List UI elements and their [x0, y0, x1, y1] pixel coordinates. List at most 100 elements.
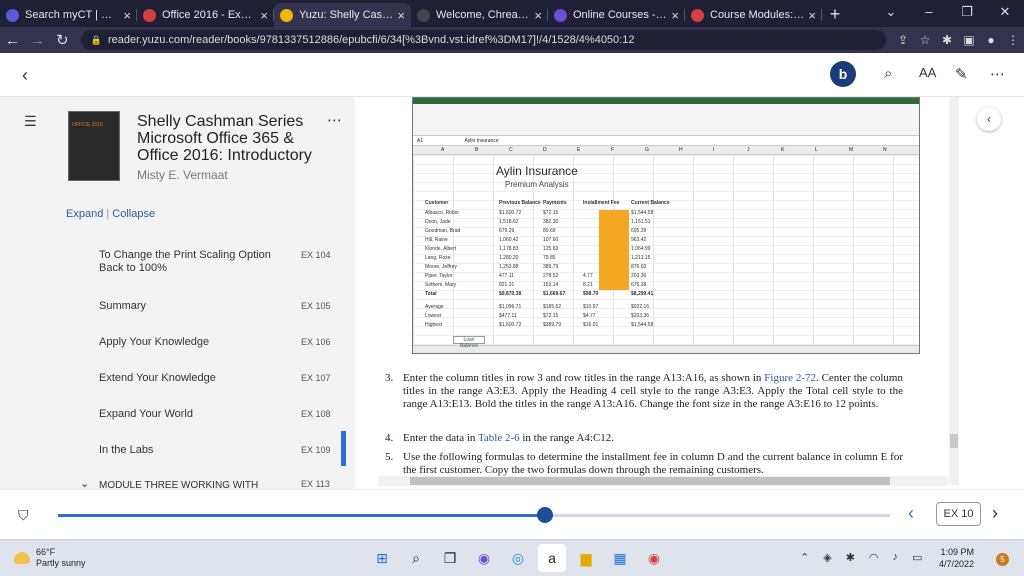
toc-item[interactable]: MODULE THREE Working with Large	[99, 479, 289, 489]
file-explorer-icon[interactable]: ▆	[572, 544, 600, 572]
stat-cell: Highest	[425, 322, 442, 328]
star-icon[interactable]: ☆	[914, 33, 936, 47]
page-input[interactable]: EX 10	[936, 502, 981, 526]
more-options-icon[interactable]: ⋯	[990, 65, 1005, 83]
notes-icon[interactable]: ✎	[955, 65, 968, 83]
new-tab-icon[interactable]: +	[822, 3, 848, 27]
horizontal-scrollbar[interactable]	[378, 476, 948, 486]
data-cell: 1,178.83	[499, 246, 519, 252]
toc-item[interactable]: In the Labs	[99, 444, 289, 457]
close-tab-icon[interactable]: ×	[808, 8, 816, 23]
search-icon[interactable]: ⌕	[402, 544, 430, 572]
amazon-icon[interactable]: a	[538, 544, 566, 572]
browser-tab[interactable]: Online Courses - Lean×	[548, 3, 685, 27]
data-cell: $72.15	[543, 210, 559, 216]
excel-title: Aylin Insurance	[496, 164, 578, 178]
vertical-scrollbar[interactable]	[949, 97, 959, 485]
toc-item[interactable]: Extend Your Knowledge	[99, 372, 289, 385]
prev-page-icon[interactable]: ‹	[908, 503, 914, 524]
toc-menu-icon[interactable]: ☰	[24, 113, 37, 130]
browser-tab[interactable]: Welcome, Chrea – Bla×	[411, 3, 548, 27]
lms-icon	[554, 8, 567, 22]
url-bar[interactable]: 🔒 reader.yuzu.com/reader/books/978133751…	[80, 30, 886, 50]
weather-widget[interactable]: 66°F Partly sunny	[14, 547, 86, 569]
url-text: reader.yuzu.com/reader/books/97813375128…	[107, 34, 635, 46]
data-cell: 821.31	[499, 282, 515, 288]
total-cell: Total	[425, 291, 437, 297]
browser-tab[interactable]: Course Modules: BUS×	[685, 3, 822, 27]
minimize-button[interactable]: –	[910, 0, 948, 24]
right-panel: ‹	[965, 97, 1024, 489]
data-cell: 107.60	[543, 237, 559, 243]
scroll-thumb[interactable]	[410, 477, 890, 485]
menu-kebab-icon[interactable]: ⋮	[1002, 33, 1024, 47]
close-tab-icon[interactable]: ×	[260, 8, 268, 23]
close-tab-icon[interactable]: ×	[534, 8, 542, 23]
bartleby-badge[interactable]: b	[830, 61, 856, 87]
expand-link[interactable]: Expand	[66, 208, 103, 220]
task-view-icon[interactable]: ❐	[436, 544, 464, 572]
data-cell: 80.69	[543, 228, 556, 234]
expand-collapse: Expand | Collapse	[66, 208, 156, 220]
text-size-icon[interactable]: AA	[919, 65, 936, 80]
chrome-icon[interactable]: ◉	[640, 544, 668, 572]
data-cell: $1,544.58	[631, 210, 654, 216]
store-icon[interactable]: ▦	[606, 544, 634, 572]
data-cell: 382.30	[543, 219, 559, 225]
stat-cell: $72.15	[543, 313, 559, 319]
slider-knob[interactable]	[536, 507, 553, 523]
notification-badge[interactable]: 5	[996, 553, 1009, 566]
data-cell: 79.85	[543, 255, 556, 261]
edge-icon[interactable]: ◎	[504, 544, 532, 572]
browser-tab[interactable]: Yuzu: Shelly Cashman×	[274, 3, 411, 27]
app-tray-icon[interactable]: ◈	[823, 551, 831, 564]
data-cell: 876.63	[631, 264, 647, 270]
start-icon[interactable]: ⊞	[368, 544, 396, 572]
browser-tab[interactable]: Office 2016 - Excel 02×	[137, 3, 274, 27]
volume-icon[interactable]: ♪	[893, 551, 899, 564]
stat-cell: $1,544.58	[631, 322, 654, 328]
profile-avatar[interactable]: ●	[980, 33, 1002, 47]
close-tab-icon[interactable]: ×	[123, 8, 131, 23]
active-section-marker	[341, 431, 346, 466]
reload-icon[interactable]: ↻	[50, 31, 75, 49]
sidepanel-icon[interactable]: ▣	[958, 33, 980, 47]
restore-button[interactable]: ❐	[948, 0, 986, 24]
chevron-up-icon[interactable]: ⌃	[800, 551, 809, 564]
cross-reference-link[interactable]: Figure 2-72	[764, 372, 816, 384]
panel-chevron-icon[interactable]: ‹	[977, 107, 1001, 131]
browser-actions: ⇪ ☆ ✱ ▣ ● ⋮	[892, 33, 1024, 47]
scroll-thumb[interactable]	[950, 434, 958, 448]
share-icon[interactable]: ⇪	[892, 33, 914, 47]
close-window-button[interactable]: ✕	[986, 0, 1024, 24]
data-cell: 477.11	[499, 273, 514, 279]
forward-arrow-icon[interactable]: →	[25, 32, 50, 49]
bookmark-icon[interactable]: ⛉	[18, 507, 29, 524]
chevron-down-icon[interactable]: ⌄	[80, 477, 89, 489]
stat-cell: $1,600.72	[499, 322, 522, 328]
toc-item[interactable]: To Change the Print Scaling Option Back …	[99, 249, 289, 275]
toc-item[interactable]: Summary	[99, 300, 289, 313]
toc-item[interactable]: Apply Your Knowledge	[99, 336, 289, 349]
close-tab-icon[interactable]: ×	[671, 8, 679, 23]
book-more-icon[interactable]: ⋯	[327, 111, 343, 129]
wifi-icon[interactable]: ◠	[869, 551, 879, 564]
extensions-icon[interactable]: ✱	[936, 33, 958, 47]
chat-icon[interactable]: ◉	[470, 544, 498, 572]
back-arrow-icon[interactable]: ←	[0, 32, 25, 49]
next-page-icon[interactable]: ›	[992, 503, 998, 524]
close-tab-icon[interactable]: ×	[397, 8, 405, 23]
clock[interactable]: 1:09 PM 4/7/2022	[926, 546, 974, 570]
battery-icon[interactable]: ▭	[912, 551, 922, 564]
browser-tab[interactable]: Search myCT | Most P×	[0, 3, 137, 27]
toc-item[interactable]: Expand Your World	[99, 408, 289, 421]
back-chevron-icon[interactable]: ‹	[22, 65, 28, 86]
cross-reference-link[interactable]: Table 2-6	[478, 432, 520, 444]
search-icon[interactable]: ⌕	[884, 65, 892, 82]
bluetooth-icon[interactable]: ✱	[846, 551, 855, 564]
tab-search-icon[interactable]: ⌄	[872, 0, 910, 24]
data-cell: 963.42	[631, 237, 647, 243]
progress-slider[interactable]	[58, 514, 890, 517]
data-cell: 1,060.42	[499, 237, 519, 243]
collapse-link[interactable]: Collapse	[112, 208, 155, 220]
